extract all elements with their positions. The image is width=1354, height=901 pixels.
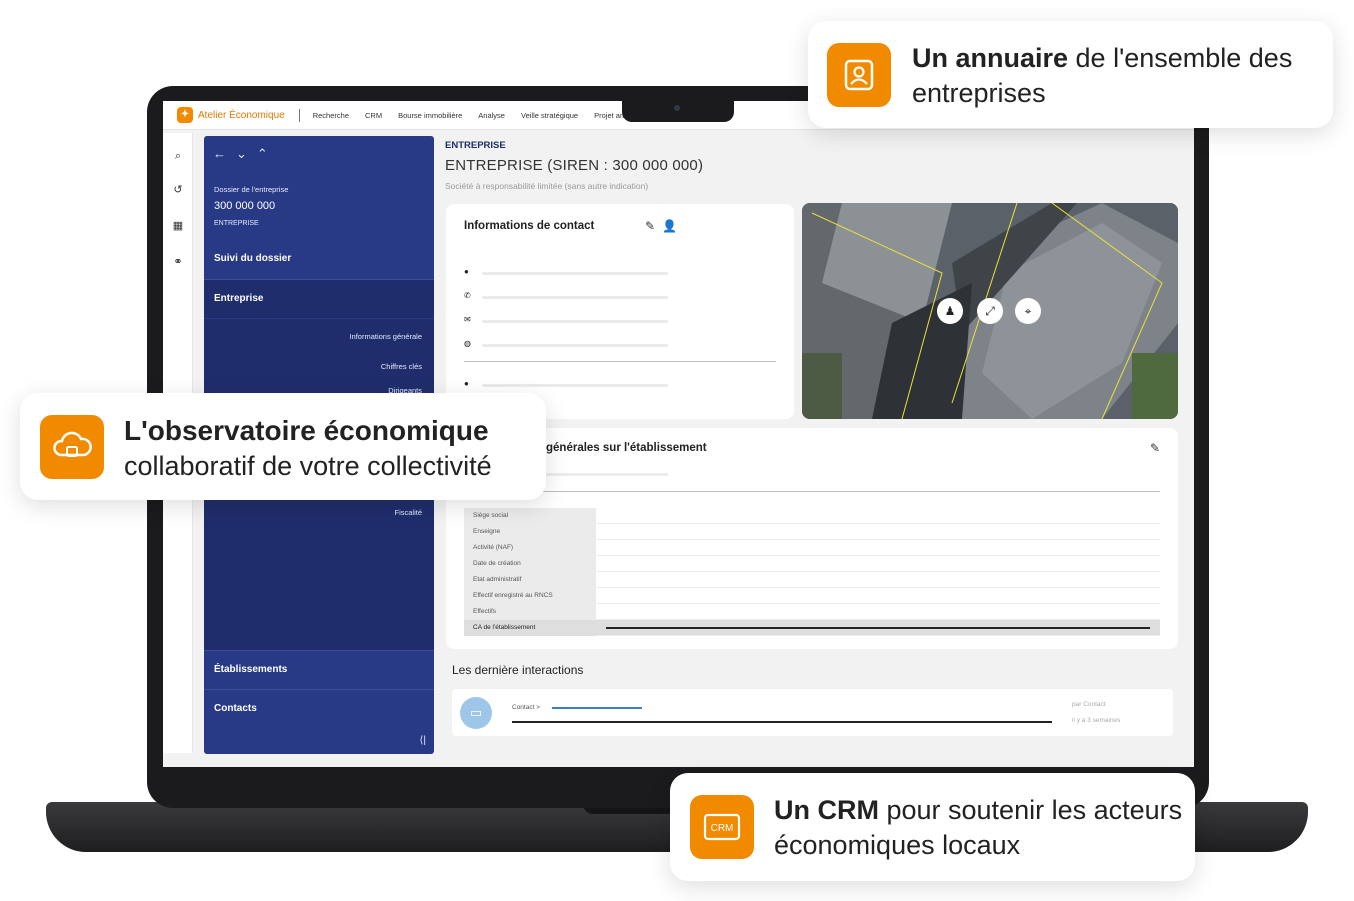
sidebar-item-contacts[interactable]: Contacts (204, 689, 434, 728)
logo-icon[interactable]: ✦ (177, 107, 193, 123)
interactions-title: Les dernière interactions (452, 663, 584, 677)
info-row-creation: Date de création (464, 556, 1160, 572)
entity-label: ENTREPRISE (445, 140, 506, 151)
stage: ✦ Atelier Économique Recherche CRM Bours… (0, 0, 1354, 901)
app-logo-text[interactable]: Atelier Économique (198, 110, 285, 121)
search-list-icon[interactable]: ⌕ (171, 149, 185, 163)
sidebar-item-entreprise[interactable]: Entreprise (204, 279, 434, 318)
sidebar-sub-fiscalite[interactable]: Fiscalité (394, 508, 422, 517)
contact-row-email: ✉ (464, 315, 674, 326)
edit-icon[interactable]: ✎ (1150, 441, 1160, 455)
contact-row-person: ● (464, 379, 674, 390)
interaction-author: par Contact (1072, 701, 1106, 708)
contact-card-actions: ✎ 👤 (645, 219, 684, 233)
interaction-time: il y a 3 semaines (1072, 717, 1121, 724)
directory-icon (827, 43, 891, 107)
establishment-info-title: générales sur l'établissement (546, 442, 707, 454)
page-title: ENTREPRISE (SIREN : 300 000 000) (445, 157, 704, 174)
interaction-item[interactable]: ▭ Contact > par Contact il y a 3 semaine… (452, 689, 1173, 736)
person-icon: ● (464, 379, 469, 388)
interaction-contact-link[interactable]: Contact > (512, 704, 540, 711)
establishment-info-card: générales sur l'établissement ✎ Siège so… (446, 428, 1178, 649)
network-icon[interactable]: ⚭ (171, 255, 185, 269)
callout-crm: CRM Un CRM pour soutenir les acteurs éco… (670, 773, 1195, 881)
crm-icon: CRM (690, 795, 754, 859)
nav-item-crm[interactable]: CRM (365, 111, 382, 120)
nav-divider (298, 108, 300, 122)
fullscreen-icon[interactable]: ⤢ (977, 298, 1003, 324)
interaction-link-line (552, 707, 642, 709)
nav-item-bourse[interactable]: Bourse immobilière (398, 111, 462, 120)
chevron-down-icon[interactable]: ⌄ (236, 146, 247, 161)
contact-row-phone: ✆ (464, 291, 674, 302)
chat-bubble-icon: ▭ (460, 697, 492, 729)
add-person-icon[interactable]: 👤 (662, 219, 677, 233)
camera-icon (674, 105, 680, 111)
info-row-etat: Etat administratif (464, 572, 1160, 588)
callout-observatoire-text: L'observatoire économique collaboratif de… (124, 415, 492, 481)
map-pin-icon[interactable]: ⌖ (1015, 298, 1041, 324)
cloud-icon (40, 415, 104, 479)
collapse-sidebar-icon[interactable]: ⟨| (420, 735, 427, 746)
info-row-effectifs: Effectifs (464, 604, 1160, 620)
dossier-siren: 300 000 000 (214, 200, 276, 212)
svg-text:CRM: CRM (711, 823, 734, 834)
callout-annuaire-text: Un annuaire de l'ensemble des entreprise… (912, 43, 1293, 108)
building-icon[interactable]: ▦ (171, 219, 185, 233)
nav-item-veille[interactable]: Veille stratégique (521, 111, 578, 120)
contact-row-web: ◍ (464, 339, 674, 350)
location-pin-icon: ● (464, 267, 469, 276)
sidebar-sub-informations[interactable]: Informations générale (349, 332, 422, 341)
aerial-map[interactable]: ♟ ⤢ ⌖ (802, 203, 1178, 419)
callout-annuaire: Un annuaire de l'ensemble des entreprise… (808, 21, 1333, 128)
phone-icon: ✆ (464, 291, 471, 300)
edit-icon[interactable]: ✎ (645, 219, 655, 233)
info-divider (464, 491, 1160, 492)
info-row-ca: CA de l'établissement (464, 620, 1160, 636)
info-row-naf: Activité (NAF) (464, 540, 1160, 556)
info-row-siege: Siège social (464, 508, 1160, 524)
callout-observatoire: L'observatoire économique collaboratif de… (20, 393, 546, 500)
callout-crm-text: Un CRM pour soutenir les acteurs économi… (774, 795, 1183, 860)
dossier-type: ENTREPRISE (214, 220, 259, 227)
globe-icon: ◍ (464, 339, 471, 348)
mail-icon: ✉ (464, 315, 471, 324)
history-icon[interactable]: ↺ (171, 183, 185, 197)
info-row-rncs: Effectif enregistré au RNCS (464, 588, 1160, 604)
back-arrow-icon[interactable]: ← (213, 146, 226, 161)
sidebar-nav-arrows: ← ⌄ ⌃ (213, 146, 278, 162)
sidebar-item-suivi[interactable]: Suivi du dossier (204, 240, 434, 279)
interaction-content-line (512, 721, 1052, 723)
chevron-up-icon[interactable]: ⌃ (257, 146, 268, 161)
contact-divider (464, 361, 776, 362)
street-view-icon[interactable]: ♟ (937, 298, 963, 324)
sidebar-item-etablissements[interactable]: Établissements (204, 650, 434, 689)
contact-card-title: Informations de contact (464, 220, 595, 232)
contact-card: Informations de contact ✎ 👤 ● ✆ ✉ ◍ ● (446, 204, 794, 419)
info-row-enseigne: Enseigne (464, 524, 1160, 540)
camera-notch (622, 101, 734, 122)
nav-item-recherche[interactable]: Recherche (313, 111, 349, 120)
dossier-caption: Dossier de l'entreprise (214, 185, 289, 194)
sidebar-sub-chiffres[interactable]: Chiffres clés (381, 362, 422, 371)
nav-item-analyse[interactable]: Analyse (478, 111, 505, 120)
legal-form: Société à responsabilité limitée (sans a… (445, 181, 649, 191)
contact-row-address: ● (464, 267, 674, 278)
